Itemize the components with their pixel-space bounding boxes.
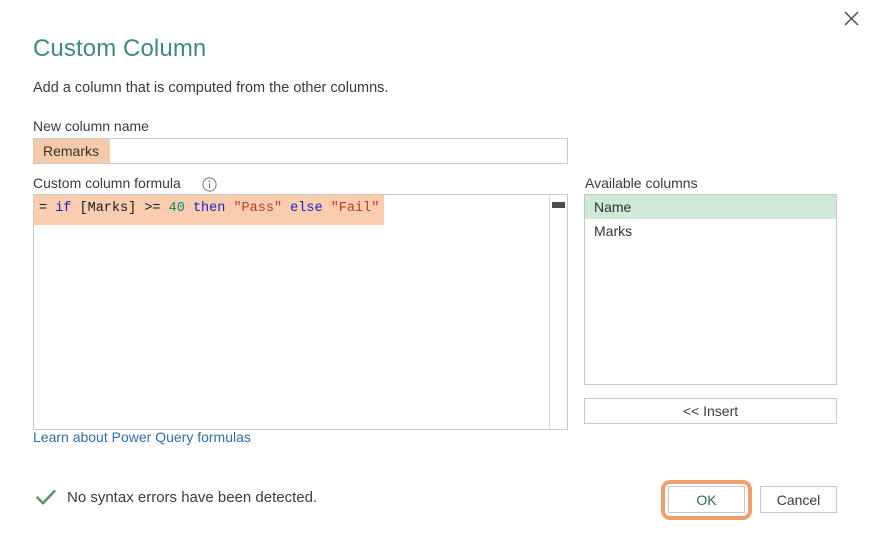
cancel-button[interactable]: Cancel <box>760 486 837 513</box>
new-column-name-input[interactable]: Remarks <box>33 138 568 164</box>
formula-editor[interactable]: = if [Marks] >= 40 then "Pass" else "Fai… <box>33 194 568 430</box>
check-icon <box>36 489 56 506</box>
formula-token: = <box>39 201 56 216</box>
available-columns-label: Available columns <box>585 175 698 191</box>
formula-token: if <box>55 201 72 216</box>
close-button[interactable] <box>834 2 868 34</box>
custom-column-dialog: Custom Column Add a column that is compu… <box>0 0 875 549</box>
formula-token <box>282 201 290 216</box>
insert-button[interactable]: << Insert <box>584 398 837 424</box>
formula-token <box>185 201 193 216</box>
close-icon <box>844 11 859 26</box>
custom-column-formula-label: Custom column formula <box>33 175 181 191</box>
formula-token: "Pass" <box>233 201 283 216</box>
dialog-subtitle: Add a column that is computed from the o… <box>33 80 389 96</box>
dialog-title: Custom Column <box>33 35 207 62</box>
ok-button[interactable]: OK <box>668 486 745 513</box>
formula-text: = if [Marks] >= 40 then "Pass" else "Fai… <box>34 195 385 225</box>
new-column-name-value: Remarks <box>34 139 111 163</box>
learn-power-query-link[interactable]: Learn about Power Query formulas <box>33 429 251 445</box>
formula-token <box>323 201 331 216</box>
syntax-status: No syntax errors have been detected. <box>36 489 317 506</box>
available-columns-listbox[interactable]: Name Marks <box>584 194 837 385</box>
formula-scrollbar-thumb[interactable] <box>552 202 565 208</box>
info-icon[interactable] <box>202 177 217 192</box>
formula-token: else <box>290 201 323 216</box>
formula-token: then <box>192 201 226 216</box>
new-column-name-label: New column name <box>33 118 149 134</box>
syntax-status-text: No syntax errors have been detected. <box>67 489 318 506</box>
formula-scrollbar-track[interactable] <box>549 195 567 429</box>
formula-token: "Fail" <box>330 201 380 216</box>
available-column-item[interactable]: Marks <box>585 219 836 243</box>
available-column-item[interactable]: Name <box>585 195 836 219</box>
formula-token: [Marks] >= <box>71 201 169 216</box>
formula-token: 40 <box>168 201 185 216</box>
